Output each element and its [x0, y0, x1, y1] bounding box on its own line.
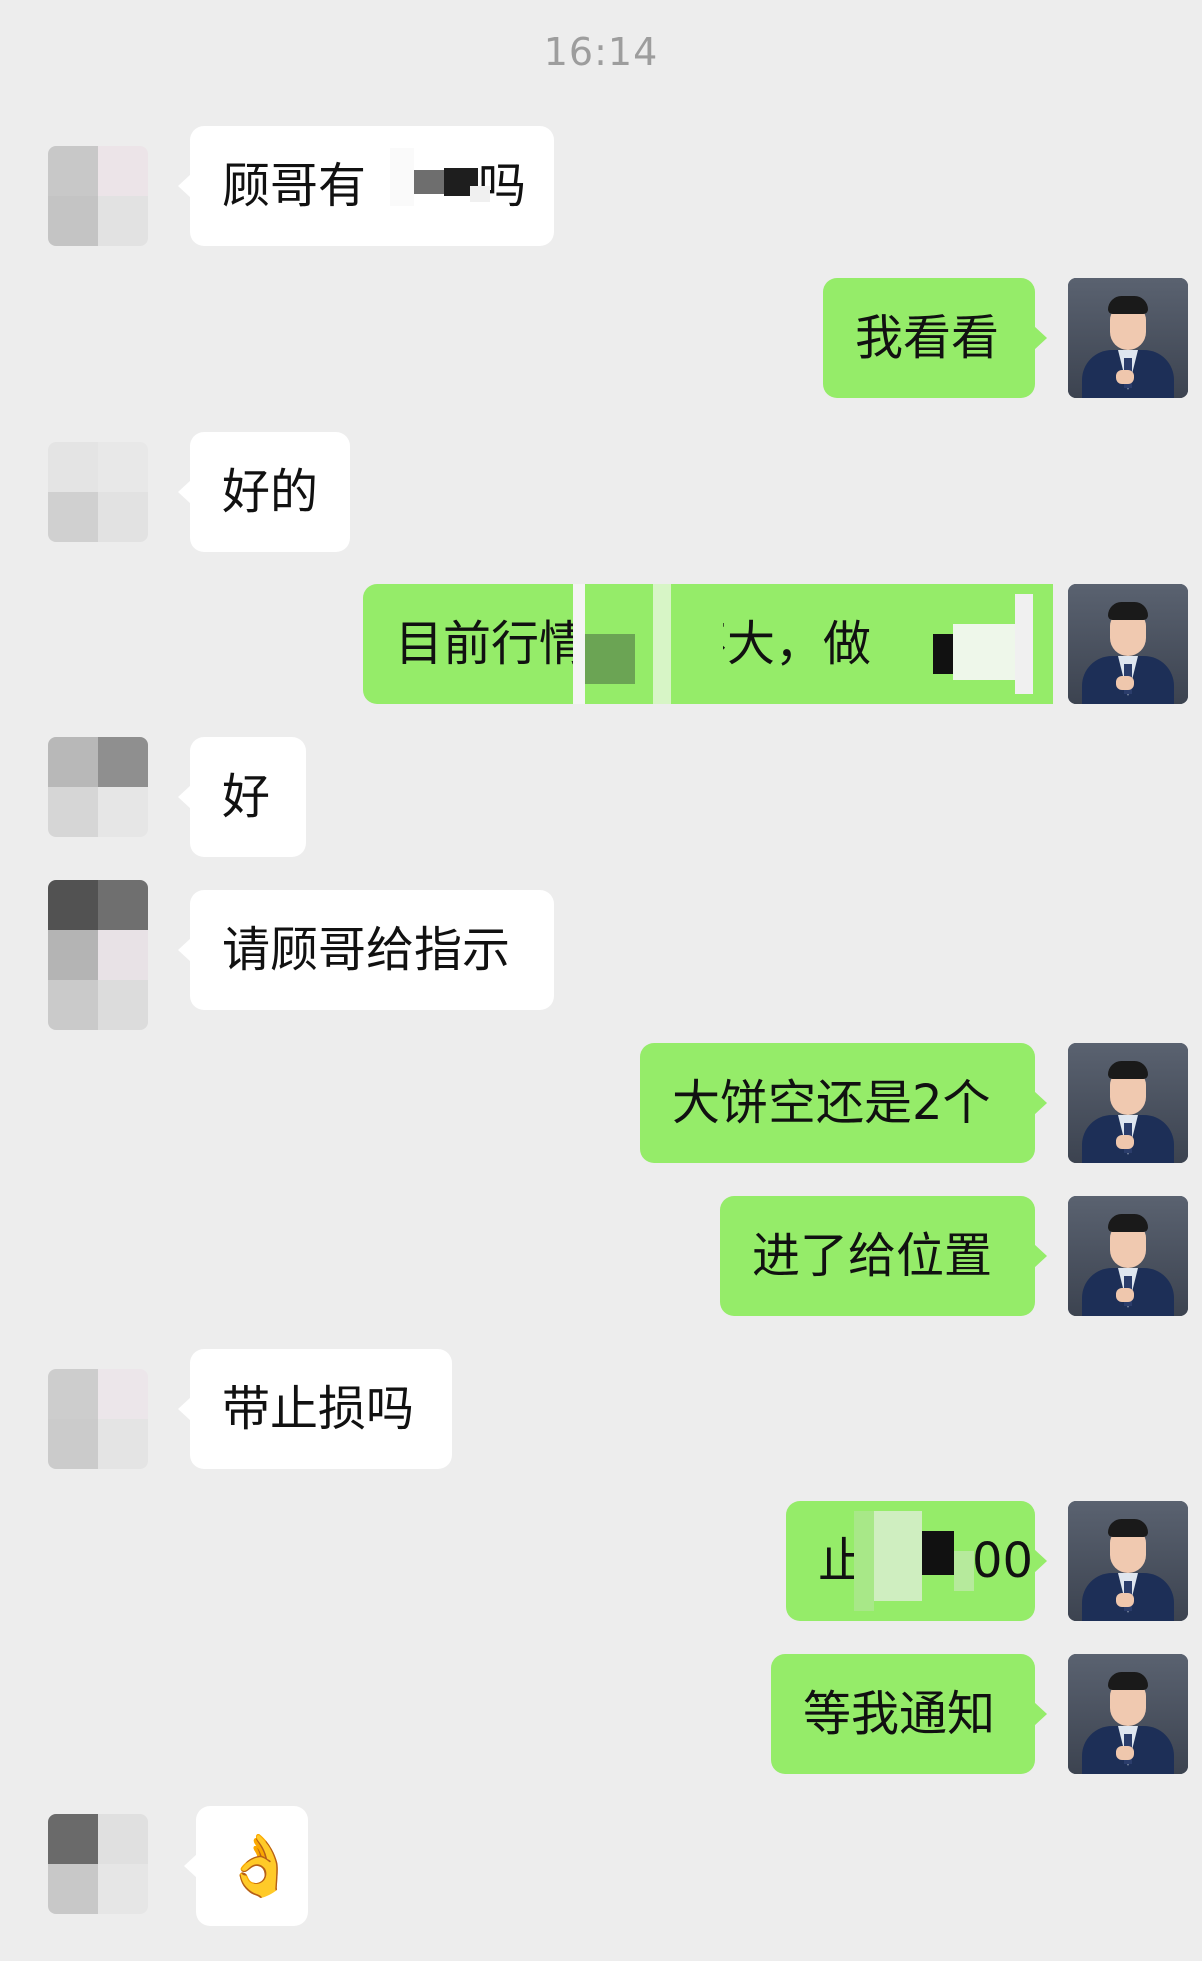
message-bubble[interactable]: 好	[178, 737, 306, 857]
message-text: 我看看	[855, 310, 1000, 366]
redaction-mosaic	[923, 584, 1053, 704]
message-row: 好	[0, 737, 1202, 857]
contact-avatar[interactable]	[48, 1814, 148, 1914]
message-bubble[interactable]: 👌	[184, 1806, 308, 1926]
message-bubble[interactable]: 大饼空还是2个	[640, 1043, 1047, 1163]
message-text: 大饼空还是2个	[672, 1075, 991, 1131]
message-text: 顾哥有	[222, 158, 367, 214]
message-bubble[interactable]: 进了给位置	[720, 1196, 1047, 1316]
contact-avatar[interactable]	[48, 1369, 148, 1469]
message-bubble[interactable]: 等我通知	[771, 1654, 1047, 1774]
message-timestamp: 16:14	[543, 30, 659, 74]
message-row: 我看看	[0, 278, 1202, 398]
self-avatar[interactable]	[1068, 584, 1188, 704]
redaction-mosaic	[573, 584, 723, 704]
message-text-tail: 00	[972, 1533, 1034, 1589]
self-avatar[interactable]	[1068, 1501, 1188, 1621]
message-row: 请顾哥给指示	[0, 880, 1202, 1030]
message-row: 目前行情 不大，做	[0, 584, 1202, 704]
contact-avatar[interactable]	[48, 880, 148, 1030]
message-text: 等我通知	[803, 1686, 996, 1742]
self-avatar[interactable]	[1068, 278, 1188, 398]
contact-avatar[interactable]	[48, 737, 148, 837]
message-text: 目前行情	[395, 616, 588, 672]
message-row: 止 00	[0, 1501, 1202, 1621]
message-row: 带止损吗	[0, 1349, 1202, 1469]
message-text: 进了给位置	[752, 1228, 993, 1284]
self-avatar[interactable]	[1068, 1043, 1188, 1163]
message-text: 请顾哥给指示	[222, 922, 511, 978]
message-bubble[interactable]: 带止损吗	[178, 1349, 452, 1469]
message-bubble[interactable]: 顾哥有吗	[178, 126, 554, 246]
message-row: 大饼空还是2个	[0, 1043, 1202, 1163]
message-row: 等我通知	[0, 1654, 1202, 1774]
message-text: 带止损吗	[222, 1381, 415, 1437]
self-avatar[interactable]	[1068, 1196, 1188, 1316]
message-row: 好的	[0, 432, 1202, 552]
message-bubble[interactable]: 目前行情 不大，做	[363, 584, 1053, 704]
redaction-mosaic	[854, 1511, 974, 1611]
self-avatar[interactable]	[1068, 1654, 1188, 1774]
contact-avatar[interactable]	[48, 146, 148, 246]
message-row: 👌	[0, 1806, 1202, 1926]
message-bubble[interactable]: 我看看	[823, 278, 1047, 398]
message-bubble[interactable]: 好的	[178, 432, 350, 552]
message-bubble[interactable]: 止 00	[786, 1501, 1047, 1621]
ok-hand-emoji: 👌	[222, 1831, 297, 1901]
message-bubble[interactable]: 请顾哥给指示	[178, 890, 554, 1010]
redaction-mosaic	[390, 148, 500, 206]
message-row: 进了给位置	[0, 1196, 1202, 1316]
message-text: 好的	[222, 464, 319, 520]
contact-avatar[interactable]	[48, 442, 148, 542]
message-text: 好	[222, 769, 271, 825]
message-row: 顾哥有吗	[0, 126, 1202, 246]
